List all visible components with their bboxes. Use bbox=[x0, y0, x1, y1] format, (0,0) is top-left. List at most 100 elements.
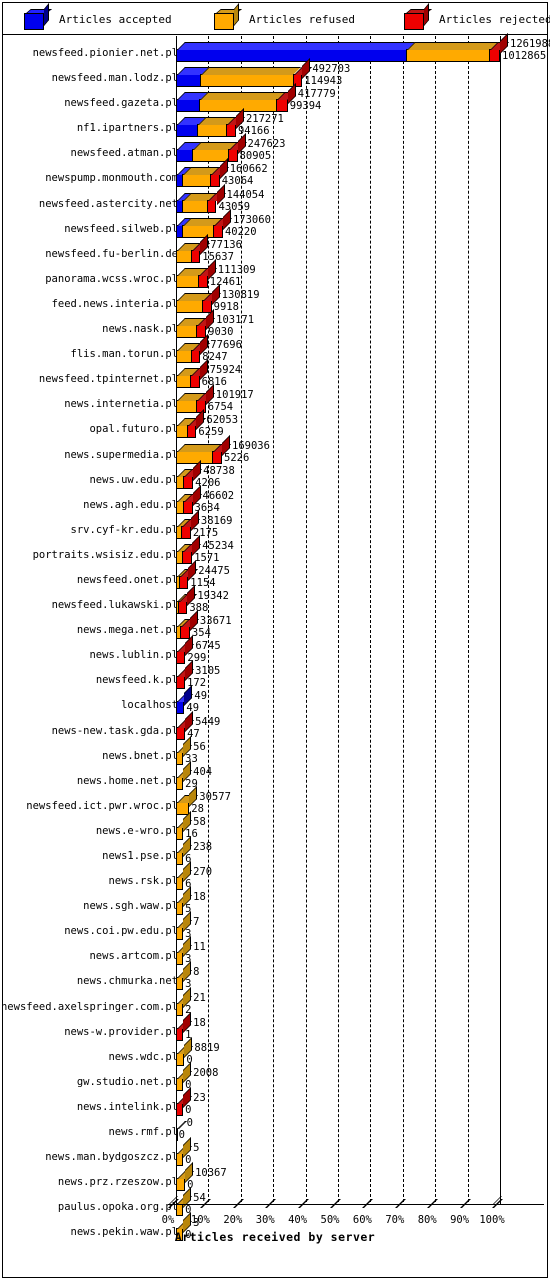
bar-segment-refused bbox=[406, 42, 498, 62]
bar-segment-rejected bbox=[176, 719, 195, 740]
value-label-refused: 18 bbox=[193, 1016, 206, 1029]
server-label: news.uw.edu.pl bbox=[89, 473, 178, 486]
value-label-refused: 1261988 bbox=[510, 38, 550, 50]
bar-segment-refused bbox=[176, 443, 222, 464]
bar-segment-top bbox=[177, 1121, 187, 1130]
value-label-refused: 21 bbox=[193, 991, 206, 1004]
value-label-accepted: 43064 bbox=[221, 175, 254, 188]
bar-group: 101917 6754 bbox=[176, 384, 506, 416]
bar-segment-refused bbox=[200, 67, 302, 88]
server-label: paulus.opoka.org.pl bbox=[57, 1201, 178, 1214]
chart-row: news.coi.pw.edu.pl 7 3 bbox=[3, 911, 547, 943]
value-label-accepted: 40220 bbox=[224, 225, 257, 238]
cube-icon bbox=[24, 3, 52, 30]
server-label: news.agh.edu.pl bbox=[83, 498, 178, 511]
bar-group: 23 0 bbox=[176, 1086, 506, 1119]
bar-segment-rejected bbox=[189, 368, 209, 389]
bar-group: 18 1 bbox=[176, 1011, 506, 1044]
server-label: news.rsk.pl bbox=[108, 875, 178, 888]
server-label: newsfeed.atman.pl bbox=[70, 147, 178, 160]
chart-row: news.e-wro.pl 58 16 bbox=[3, 810, 547, 843]
value-label-refused: 56 bbox=[193, 740, 206, 753]
chart-row: flis.man.torun.pl 77696 8247 bbox=[3, 334, 547, 366]
value-label-accepted: 5226 bbox=[224, 451, 250, 464]
x-axis-title: Articles received by server bbox=[174, 1230, 376, 1244]
value-label-refused: 5449 bbox=[195, 715, 221, 728]
axis-tick-label: 30% bbox=[255, 1214, 275, 1226]
chart-row: localhost 49 49 bbox=[3, 685, 547, 717]
value-label-accepted: 9030 bbox=[208, 326, 234, 339]
x-axis-line bbox=[168, 1204, 544, 1205]
bar-segment-accepted bbox=[176, 42, 416, 62]
value-label-refused: 8819 bbox=[194, 1041, 220, 1054]
bar-group: 33671 354 bbox=[176, 610, 506, 642]
bar-segment-refused bbox=[176, 267, 208, 288]
value-label-refused: 5 bbox=[193, 1142, 200, 1155]
server-label: newsfeed.k.pl bbox=[95, 674, 178, 687]
chart-row: newspump.monmouth.com 160662 43064 bbox=[3, 158, 547, 190]
bar-group: 144054 43059 bbox=[176, 183, 506, 216]
chart-row: newsfeed.lukawski.pl 19342 388 bbox=[3, 585, 547, 617]
value-label-refused: 404 bbox=[193, 765, 213, 778]
bar-segment-refused bbox=[176, 292, 211, 313]
value-label-accepted: 80905 bbox=[239, 150, 272, 163]
chart-row: news.home.net.pl 404 29 bbox=[3, 760, 547, 793]
value-label-accepted: 6816 bbox=[201, 376, 227, 389]
bar-group: 111309 12461 bbox=[176, 258, 506, 291]
bar-segment-refused bbox=[181, 192, 216, 213]
chart-row: news.prz.rzeszow.pl 10367 0 bbox=[3, 1162, 547, 1194]
bar-group: 130819 9918 bbox=[176, 283, 506, 316]
chart-row: news.supermedia.pl 169036 5226 bbox=[3, 434, 547, 467]
bar-segment-rejected bbox=[198, 267, 217, 288]
axis-tick-label: 0% bbox=[161, 1214, 175, 1226]
bar-segment-accepted bbox=[176, 142, 202, 163]
chart-row: news-new.task.gda.pl 5449 47 bbox=[3, 710, 547, 743]
value-label-refused: 247623 bbox=[247, 138, 286, 151]
chart-row: news.artcom.pl 11 3 bbox=[3, 936, 547, 968]
server-label: news.prz.rzeszow.pl bbox=[57, 1176, 178, 1189]
bar-segment-rejected bbox=[181, 518, 200, 539]
value-label-refused: 75924 bbox=[209, 364, 242, 377]
server-label: news.artcom.pl bbox=[89, 950, 178, 963]
server-label: newsfeed.pionier.net.pl bbox=[32, 47, 178, 59]
bar-segment-rejected bbox=[182, 493, 202, 514]
server-label: news.bnet.pl bbox=[102, 749, 178, 762]
server-label: news.sgh.waw.pl bbox=[83, 900, 178, 913]
chart-row: news.rsk.pl 270 6 bbox=[3, 861, 547, 893]
bar-group: 00 bbox=[176, 1117, 506, 1144]
bar-group: 270 6 bbox=[176, 861, 506, 893]
value-label-accepted: 0 bbox=[185, 1103, 192, 1116]
value-label-refused: 417779 bbox=[297, 88, 336, 101]
server-label: news.supermedia.pl bbox=[64, 448, 178, 461]
value-label-refused: 10367 bbox=[195, 1167, 227, 1180]
axis-tick-label: 60% bbox=[352, 1214, 372, 1226]
server-label: newsfeed.axelspringer.com.pl bbox=[0, 1000, 178, 1013]
chart-row: newsfeed.gazeta.pl 417779 99394 bbox=[3, 83, 547, 115]
bar-group: 77136 15637 bbox=[176, 233, 506, 266]
cube-icon bbox=[214, 3, 242, 30]
server-label: news.lublin.pl bbox=[89, 649, 178, 662]
server-label: localhost bbox=[121, 699, 178, 712]
bar-segment-refused bbox=[176, 418, 196, 439]
bar-group: 238 6 bbox=[176, 836, 506, 868]
bar-group: 5449 47 bbox=[176, 710, 506, 743]
bar-segment-accepted bbox=[176, 92, 208, 113]
value-label-refused: 2008 bbox=[193, 1066, 219, 1079]
chart-row: news.chmurka.net 8 3 bbox=[3, 961, 547, 993]
bar-rows: newsfeed.pionier.net.pl 1261988 1012865 new… bbox=[0, 33, 550, 1245]
bar-group: 217271 94166 bbox=[176, 108, 506, 140]
bar-segment-top bbox=[199, 92, 286, 101]
server-label: news1.pse.pl bbox=[102, 850, 178, 862]
bar-group: 58 16 bbox=[176, 810, 506, 843]
value-label-refused: 101917 bbox=[215, 389, 254, 402]
server-label: newsfeed.gazeta.pl bbox=[64, 97, 178, 110]
cube-icon bbox=[404, 3, 432, 30]
chart-row: news.internetia.pl 101917 6754 bbox=[3, 384, 547, 416]
bar-segment-rejected bbox=[183, 468, 203, 489]
bar-group: 38169 2175 bbox=[176, 509, 506, 542]
server-label: news.rmf.pl bbox=[108, 1126, 178, 1139]
legend-label-accepted: Articles accepted bbox=[59, 13, 172, 26]
chart-row: news.sgh.waw.pl 18 5 bbox=[3, 886, 547, 918]
legend-item-refused: Articles refused bbox=[214, 3, 355, 30]
axis-tick-label: 10% bbox=[190, 1214, 210, 1226]
